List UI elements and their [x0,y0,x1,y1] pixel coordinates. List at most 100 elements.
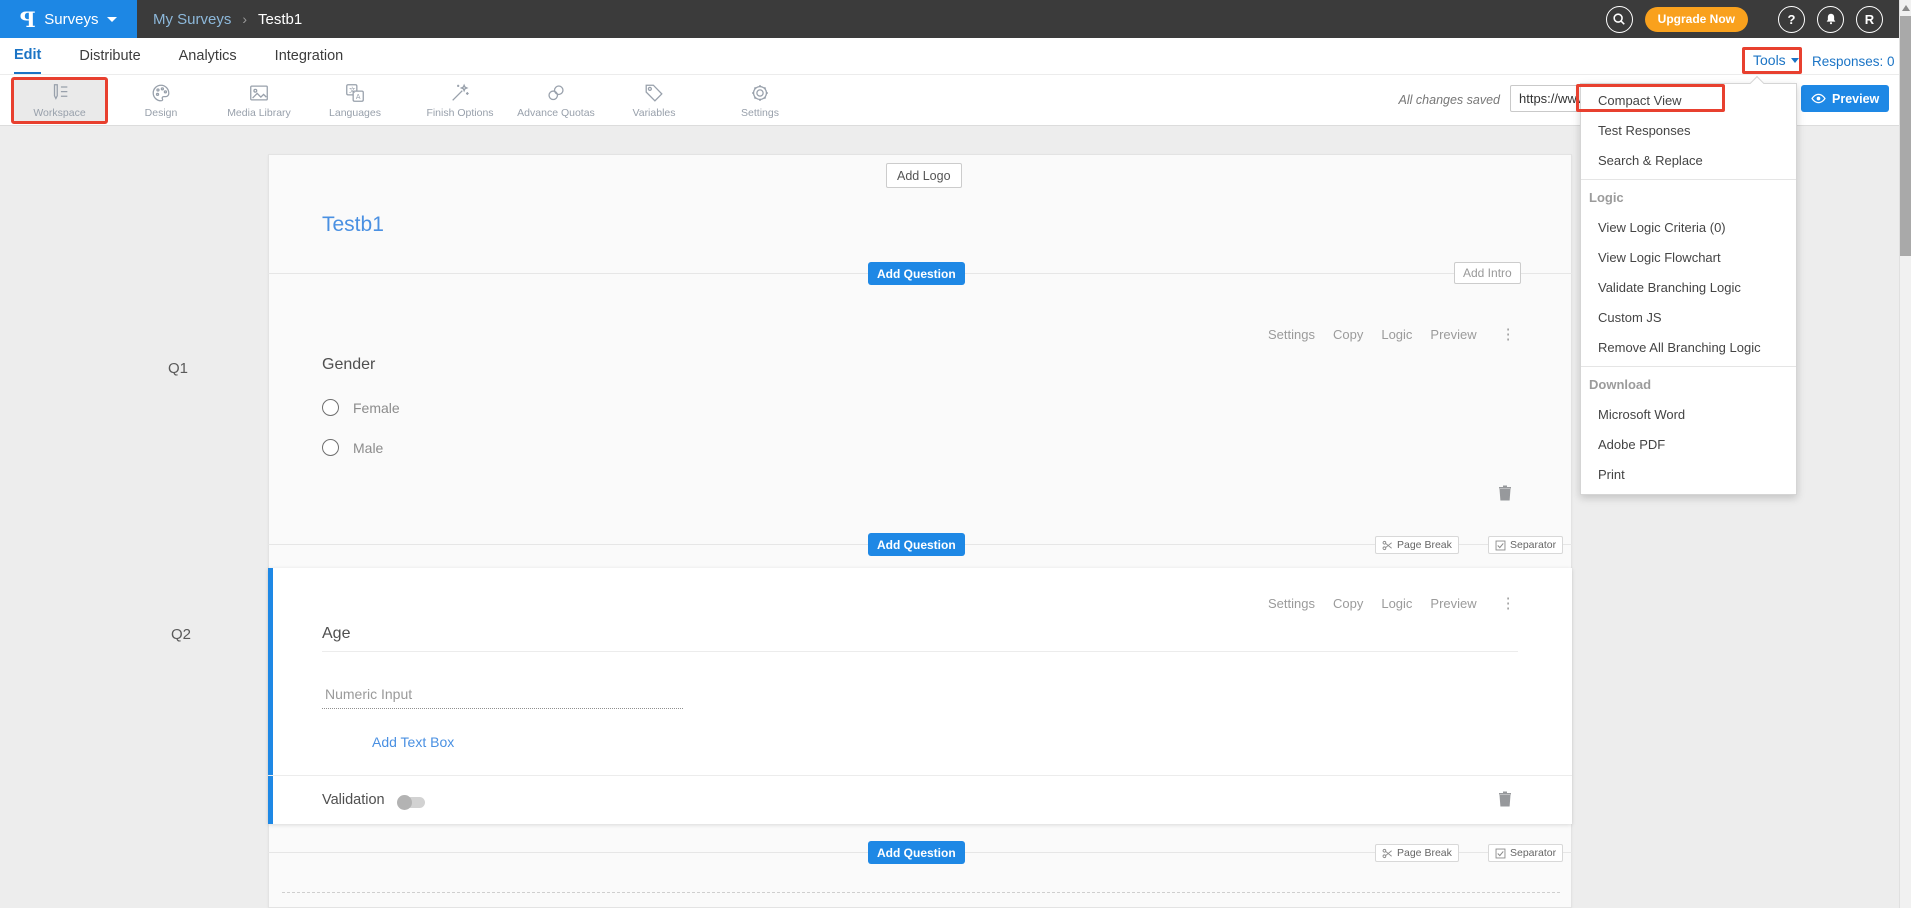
search-button[interactable] [1606,6,1633,33]
menu-item-view-logic-flowchart[interactable]: View Logic Flowchart [1581,243,1796,273]
question-settings-link[interactable]: Settings [1268,596,1315,611]
question-settings-link[interactable]: Settings [1268,327,1315,342]
scrollbar-thumb[interactable] [1900,16,1911,256]
more-options-icon[interactable]: ⋮ [1501,594,1516,612]
question-copy-link[interactable]: Copy [1333,327,1363,342]
section-tabs: Edit Distribute Analytics Integration [14,38,343,74]
header-actions: Upgrade Now ? R [1606,6,1899,33]
delete-question-button-q2[interactable] [1497,790,1513,807]
radio-button-female[interactable] [322,399,339,416]
tab-integration[interactable]: Integration [275,38,344,74]
survey-title[interactable]: Testb1 [322,213,384,237]
radio-button-male[interactable] [322,439,339,456]
section-nav-bar: Edit Distribute Analytics Integration [0,38,1899,75]
breadcrumb-my-surveys[interactable]: My Surveys [153,11,231,28]
separator-checkbox-icon [1495,848,1506,859]
toolbar-item-languages[interactable]: 文A Languages [310,78,400,123]
toolbar-item-label: Design [145,107,178,119]
tab-analytics[interactable]: Analytics [179,38,237,74]
menu-item-print[interactable]: Print [1581,460,1796,490]
toolbar-item-advance-quotas[interactable]: Advance Quotas [511,78,601,123]
page-break-button-1[interactable]: Page Break [1375,536,1459,554]
page-break-icon [1382,848,1393,859]
upgrade-now-button[interactable]: Upgrade Now [1645,7,1748,32]
numeric-input-field[interactable]: Numeric Input [325,686,412,702]
menu-item-test-responses[interactable]: Test Responses [1581,116,1796,146]
proprofs-logo-icon: P [20,9,36,30]
toolbar-item-label: Variables [633,107,676,119]
scroll-up-arrow-icon[interactable] [1902,5,1910,11]
add-question-button-1[interactable]: Add Question [868,262,965,285]
menu-item-microsoft-word[interactable]: Microsoft Word [1581,400,1796,430]
menu-item-compact-view[interactable]: Compact View [1581,86,1796,116]
question-copy-link[interactable]: Copy [1333,596,1363,611]
field-divider [322,651,1518,652]
add-question-button-3[interactable]: Add Question [868,841,965,864]
bell-icon [1824,12,1838,26]
chevron-down-icon [1791,58,1799,63]
avatar[interactable]: R [1856,6,1883,33]
help-button[interactable]: ? [1778,6,1805,33]
responses-count[interactable]: Responses: 0 [1812,54,1895,69]
menu-divider [1581,366,1796,367]
top-header-bar: P Surveys My Surveys › Testb1 Upgrade No… [0,0,1899,38]
tab-distribute[interactable]: Distribute [79,38,140,74]
add-intro-button[interactable]: Add Intro [1454,262,1521,284]
question-logic-link[interactable]: Logic [1381,327,1412,342]
eye-icon [1811,93,1826,104]
tab-edit[interactable]: Edit [14,38,41,74]
toolbar-item-label: Workspace [33,107,85,119]
answer-option-row: Female [322,399,400,416]
radio-label-male[interactable]: Male [353,440,383,456]
validation-toggle[interactable] [399,797,425,808]
toolbar-item-media-library[interactable]: Media Library [214,78,304,123]
design-palette-icon [150,82,172,104]
menu-item-remove-all-branching-logic[interactable]: Remove All Branching Logic [1581,333,1796,363]
toolbar-item-design[interactable]: Design [116,78,206,123]
workspace-icon [49,82,71,104]
more-options-icon[interactable]: ⋮ [1501,325,1516,343]
toolbar-item-label: Languages [329,107,381,119]
save-status-text: All changes saved [1300,93,1500,107]
question-title-age[interactable]: Age [322,625,350,643]
surveys-product-menu[interactable]: P Surveys [0,0,137,38]
toolbar-item-label: Media Library [227,107,291,119]
toolbar-item-finish-options[interactable]: Finish Options [415,78,505,123]
question-title-gender[interactable]: Gender [322,356,375,374]
separator-button-1[interactable]: Separator [1488,536,1563,554]
add-question-button-2[interactable]: Add Question [868,533,965,556]
add-logo-button[interactable]: Add Logo [886,163,962,188]
menu-item-adobe-pdf[interactable]: Adobe PDF [1581,430,1796,460]
preview-button[interactable]: Preview [1801,85,1889,112]
numeric-input-underline [322,708,683,709]
separator-label: Separator [1510,847,1556,859]
page-break-icon [1382,540,1393,551]
notifications-button[interactable] [1817,6,1844,33]
toolbar-item-settings[interactable]: Settings [715,78,805,123]
vertical-scrollbar[interactable] [1899,0,1911,908]
toolbar-item-workspace[interactable]: Workspace [11,77,108,124]
page-break-button-2[interactable]: Page Break [1375,844,1459,862]
media-library-icon [248,82,270,104]
question-preview-link[interactable]: Preview [1430,327,1476,342]
trash-icon [1497,484,1513,501]
question-logic-link[interactable]: Logic [1381,596,1412,611]
menu-item-view-logic-criteria[interactable]: View Logic Criteria (0) [1581,213,1796,243]
delete-question-button-q1[interactable] [1497,484,1513,501]
chevron-down-icon [107,17,117,22]
field-divider [268,775,1572,776]
menu-item-search-replace[interactable]: Search & Replace [1581,146,1796,176]
breadcrumb-current-survey: Testb1 [258,11,302,28]
question-preview-link[interactable]: Preview [1430,596,1476,611]
languages-icon: 文A [344,82,366,104]
add-text-box-link[interactable]: Add Text Box [372,734,454,750]
page-break-label: Page Break [1397,847,1452,859]
menu-item-custom-js[interactable]: Custom JS [1581,303,1796,333]
menu-header-logic: Logic [1581,183,1796,213]
tools-dropdown-menu: Compact View Test Responses Search & Rep… [1580,83,1797,495]
tools-dropdown-button[interactable]: Tools [1753,52,1799,68]
radio-label-female[interactable]: Female [353,400,400,416]
separator-button-2[interactable]: Separator [1488,844,1563,862]
menu-item-validate-branching-logic[interactable]: Validate Branching Logic [1581,273,1796,303]
toolbar-item-variables[interactable]: Variables [609,78,699,123]
